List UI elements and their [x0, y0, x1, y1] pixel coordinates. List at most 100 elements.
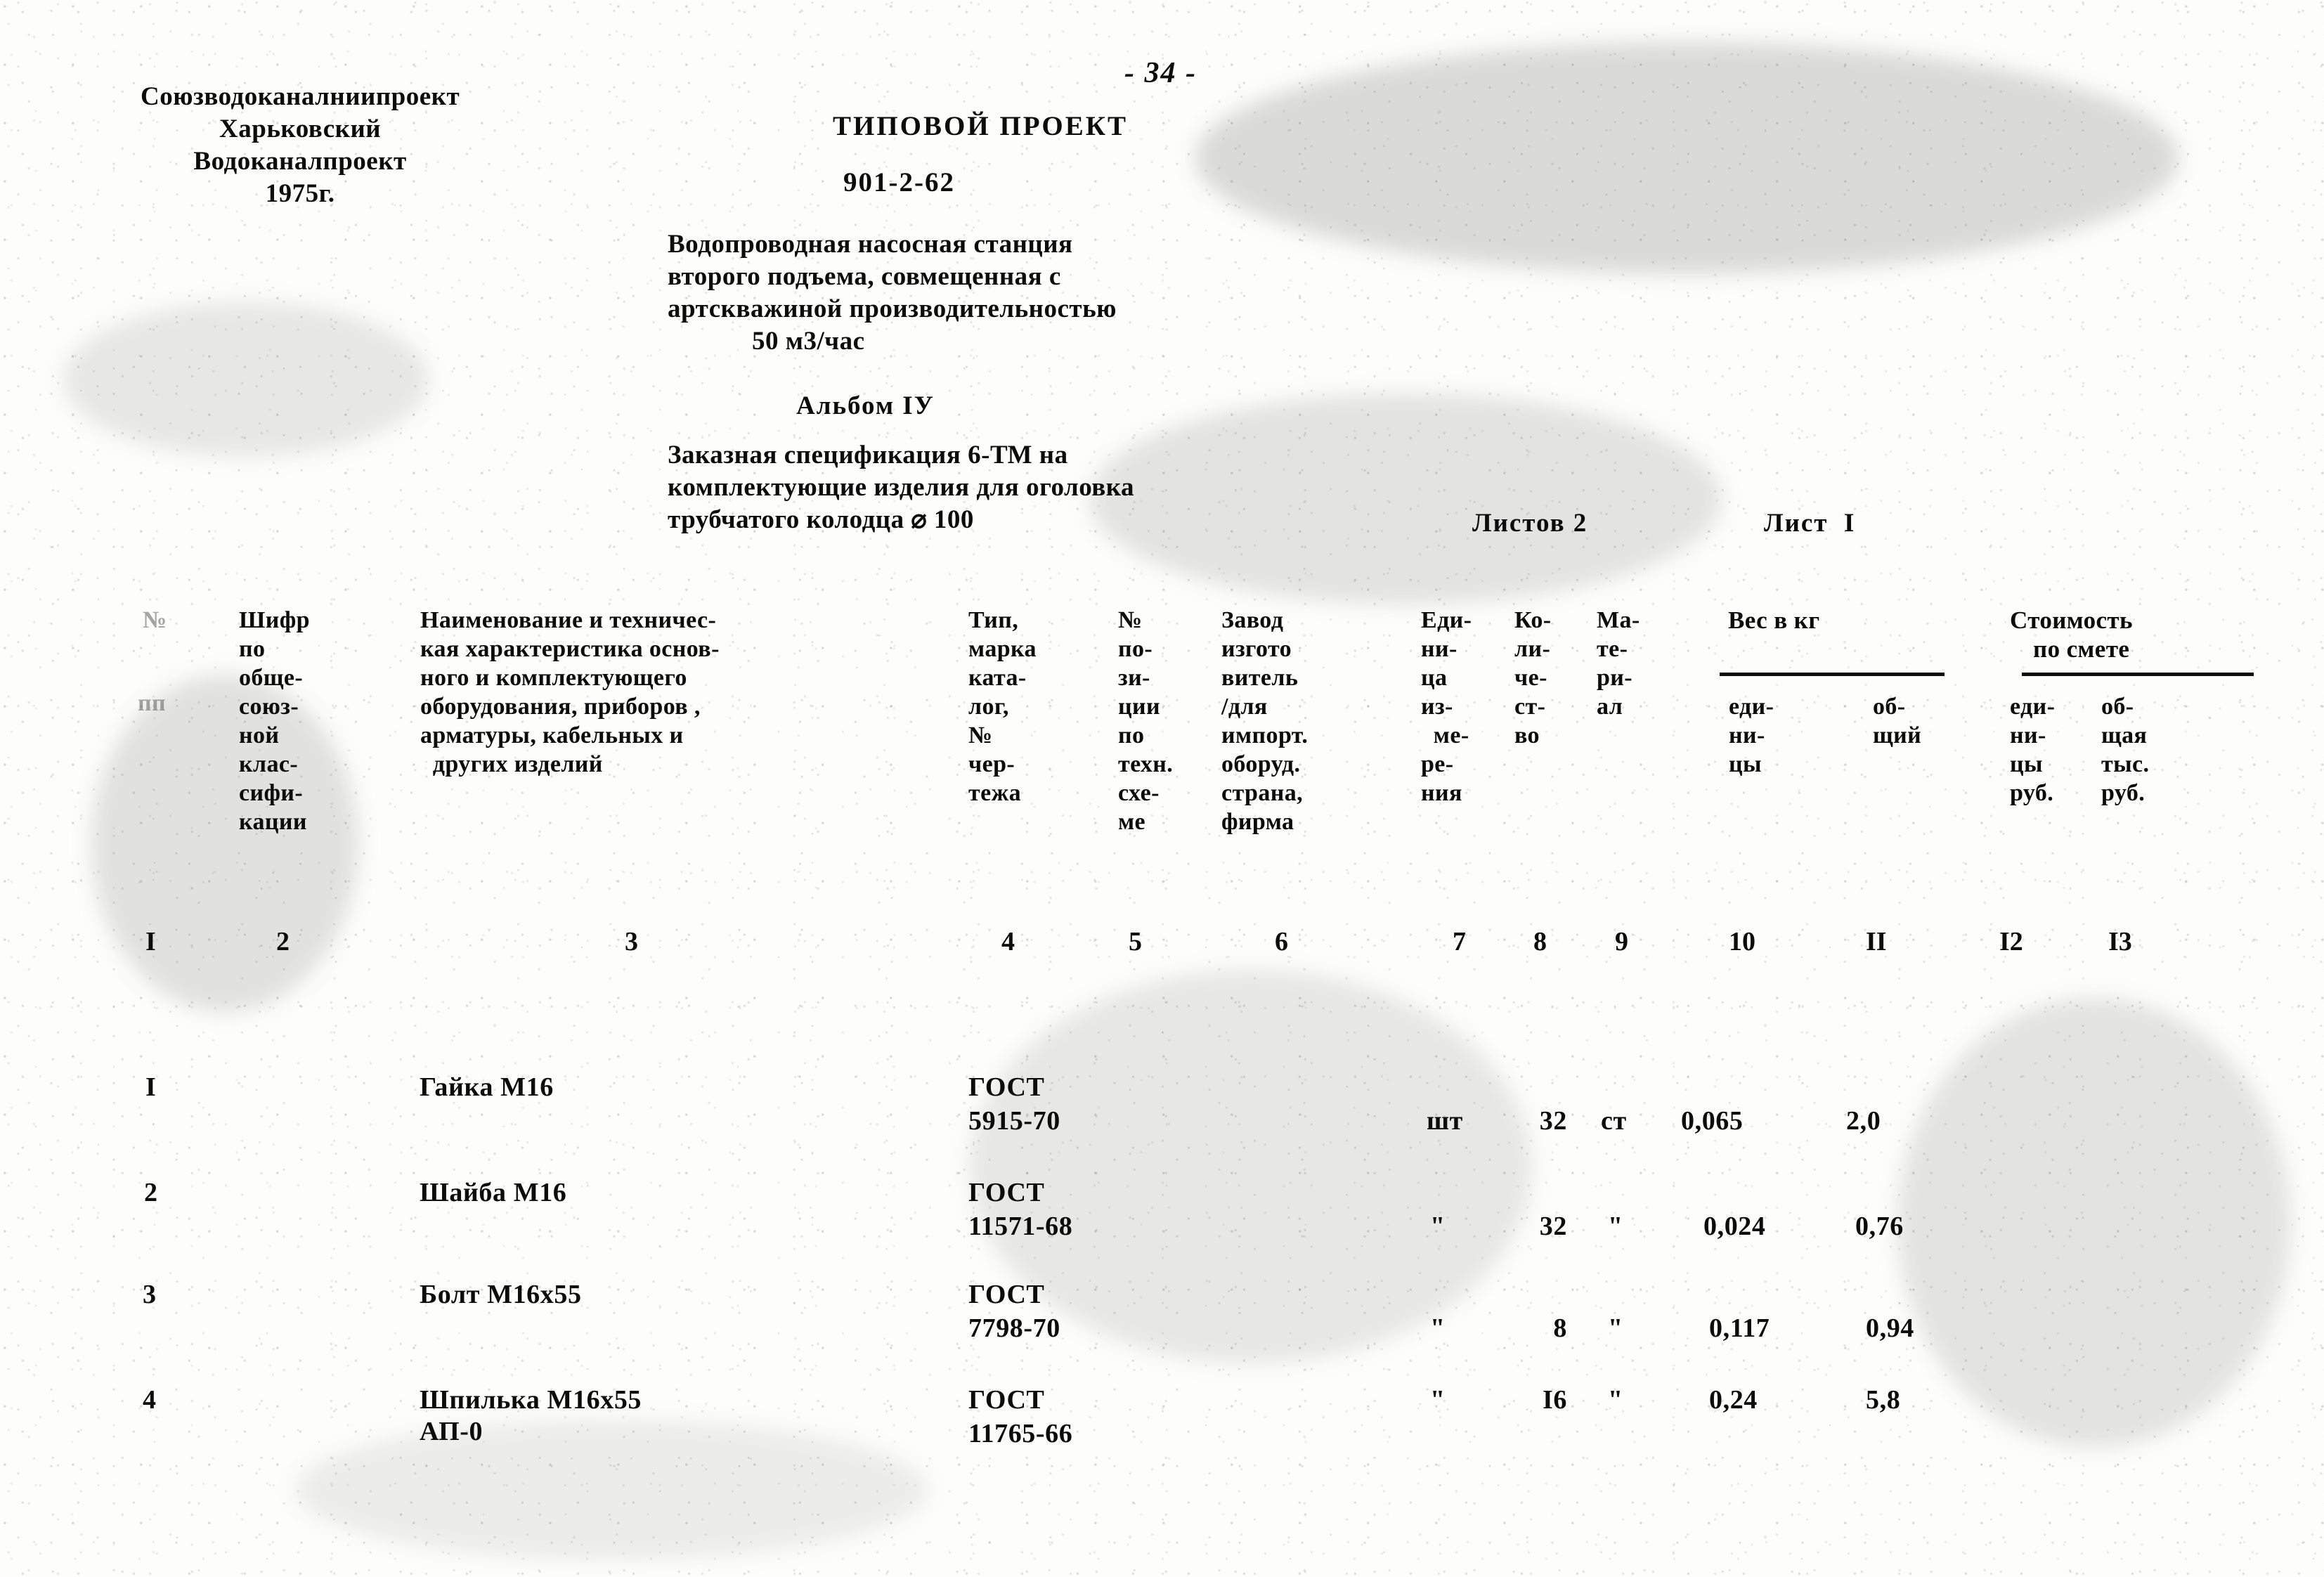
row-1-name: Гайка М16 [420, 1072, 554, 1102]
scan-smudge-center-body [970, 970, 1532, 1363]
row-2-quantity: 32 [1539, 1212, 1567, 1241]
header-col13-line-4: руб. [2101, 780, 2146, 806]
header-col8-line-1: Ко- [1514, 607, 1552, 633]
header-col5-line-6: техн. [1118, 751, 1174, 777]
row-1-unit: шт [1427, 1106, 1463, 1136]
header-col4-line-7: тежа [968, 780, 1022, 806]
scan-smudge-bottom [295, 1420, 928, 1560]
row-4-name-line-1: Шпилька М16х55 [420, 1385, 642, 1415]
header-col12: еди- ни- цы руб. [2010, 692, 2055, 807]
row-3-name: Болт М16х55 [420, 1280, 582, 1309]
header-col4-line-5: № [968, 722, 993, 748]
header-col9: Ма- те- ри- ал [1597, 606, 1640, 721]
column-number-4: 4 [1001, 927, 1015, 956]
row-4-material: " [1608, 1385, 1623, 1415]
scan-smudge-upper-left [63, 302, 429, 457]
header-col5-line-1: № [1118, 607, 1143, 633]
specification-line-2: комплектующие изделия для оголовка [668, 473, 1135, 502]
header-col6-line-6: оборуд. [1221, 751, 1301, 777]
header-col6-line-2: изгото [1221, 636, 1292, 662]
header-col5-line-4: ции [1118, 694, 1160, 720]
header-col2-line-4: союз- [239, 694, 299, 720]
header-col9-line-2: те- [1597, 636, 1628, 662]
header-col4-line-1: Тип, [968, 607, 1019, 633]
row-2-weight-unit: 0,024 [1703, 1212, 1766, 1241]
header-col12-line-2: ни- [2010, 722, 2046, 748]
column-number-10: 10 [1729, 927, 1755, 956]
description-capacity: 50 м3/час [752, 327, 865, 356]
header-col7-line-7: ния [1421, 780, 1462, 806]
header-col5-line-5: по [1118, 722, 1145, 748]
header-col3-line-5: арматуры, кабельных и [420, 722, 684, 748]
header-group-cost-line-2: по смете [2033, 635, 2130, 663]
row-4-quantity: I6 [1543, 1385, 1567, 1415]
row-2-unit: " [1430, 1212, 1446, 1241]
column-number-9: 9 [1615, 927, 1628, 956]
header-col2-line-2: по [239, 636, 266, 662]
row-3-weight-total: 0,94 [1866, 1313, 1914, 1343]
column-number-6: 6 [1275, 927, 1288, 956]
header-weight-underline [1720, 673, 1945, 676]
header-cost-underline [2022, 673, 2254, 676]
organization-line-1: Союзводоканалниипроект [141, 82, 460, 111]
column-number-2: 2 [276, 927, 290, 956]
scan-smudge-mid [1089, 394, 1722, 604]
row-1-type-line-2: 5915-70 [968, 1106, 1060, 1136]
organization-line-4: 1975г. [265, 179, 335, 208]
header-col5: № по- зи- ции по техн. схе- ме [1118, 606, 1173, 836]
header-col5-line-7: схе- [1118, 780, 1160, 806]
row-3-weight-unit: 0,117 [1709, 1313, 1770, 1343]
organization-line-2: Харьковский [219, 115, 382, 143]
row-4-type-line-2: 11765-66 [968, 1419, 1073, 1448]
header-col6-line-1: Завод [1221, 607, 1284, 633]
header-col4: Тип, марка ката- лог, № чер- тежа [968, 606, 1037, 807]
sheet-current: Лист I [1764, 509, 1856, 538]
column-number-5: 5 [1129, 927, 1142, 956]
description-line-1: Водопроводная насосная станция [668, 230, 1073, 259]
header-col2-line-1: Шифр [239, 607, 310, 633]
row-4-unit: " [1430, 1385, 1446, 1415]
row-4-weight-total: 5,8 [1866, 1385, 1901, 1415]
header-col7-line-1: Еди- [1421, 607, 1472, 633]
header-col6-line-4: /для [1221, 694, 1268, 720]
row-3-type-line-1: ГОСТ [968, 1280, 1045, 1309]
header-col1-line-1: № [143, 607, 167, 633]
row-1-material: ст [1601, 1106, 1627, 1136]
header-col11-line-2: щий [1873, 722, 1922, 748]
header-col7-line-2: ни- [1421, 636, 1458, 662]
header-col3-line-3: ного и комплектующего [420, 665, 687, 691]
header-col7-line-6: ре- [1421, 751, 1454, 777]
header-col7: Еди- ни- ца из- ме- ре- ния [1421, 606, 1472, 807]
header-col12-line-4: руб. [2010, 780, 2054, 806]
header-col7-line-5: ме- [1421, 722, 1469, 748]
row-2-name: Шайба М16 [420, 1178, 567, 1207]
header-col10-line-1: еди- [1729, 694, 1774, 720]
header-group-cost-line-1: Стоимость [2010, 606, 2133, 634]
header-col13-line-3: тыс. [2101, 751, 2150, 777]
header-col7-line-3: ца [1421, 665, 1448, 691]
column-number-12: I2 [1999, 927, 2023, 956]
page-number: - 34 - [1124, 57, 1197, 89]
project-label: ТИПОВОЙ ПРОЕКТ [833, 111, 1129, 141]
header-col4-line-2: марка [968, 636, 1037, 662]
scan-smudge-right-body [1897, 998, 2291, 1448]
row-3-unit: " [1430, 1313, 1446, 1343]
header-col6: Завод изгото витель /для импорт. оборуд.… [1221, 606, 1308, 836]
header-col9-line-1: Ма- [1597, 607, 1640, 633]
header-col2-line-3: обще- [239, 665, 304, 691]
column-number-1: I [145, 927, 156, 956]
header-col3-line-2: кая характеристика основ- [420, 636, 720, 662]
row-2-type-line-2: 11571-68 [968, 1212, 1073, 1241]
row-4-num: 4 [143, 1385, 157, 1415]
header-col4-line-6: чер- [968, 751, 1015, 777]
scan-smudge-left-column [91, 675, 358, 1012]
header-col9-line-3: ри- [1597, 665, 1633, 691]
header-col12-line-1: еди- [2010, 694, 2056, 720]
header-col10: еди- ни- цы [1729, 692, 1774, 779]
header-col11: об- щий [1873, 692, 1921, 750]
header-col11-line-1: об- [1873, 694, 1906, 720]
header-col6-line-8: фирма [1221, 809, 1294, 835]
header-col8-line-5: во [1514, 722, 1540, 748]
scan-smudge-top-right [1195, 42, 2179, 274]
organization-block: Союзводоканалниипроект Харьковский Водок… [141, 81, 460, 210]
